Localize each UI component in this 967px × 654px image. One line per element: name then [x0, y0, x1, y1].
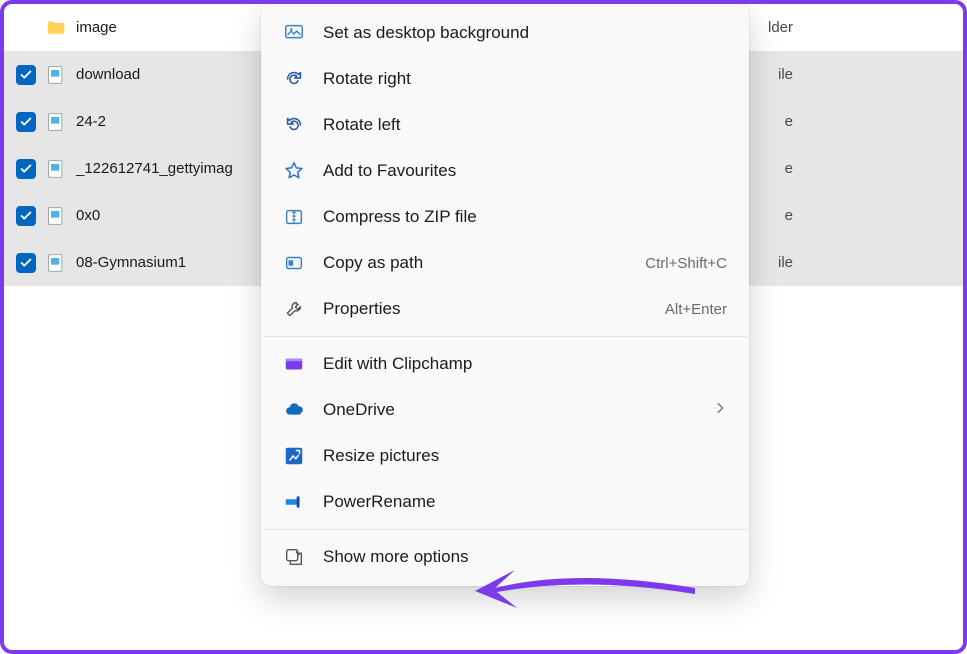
menu-label: PowerRename: [323, 492, 727, 512]
menu-add-favourites[interactable]: Add to Favourites: [261, 148, 749, 194]
more-icon: [283, 546, 305, 568]
menu-separator: [263, 529, 747, 530]
folder-icon: [46, 18, 66, 38]
menu-show-more-options[interactable]: Show more options: [261, 534, 749, 580]
menu-label: Show more options: [323, 547, 727, 567]
menu-label: Edit with Clipchamp: [323, 354, 727, 374]
checkbox-checked[interactable]: [16, 112, 36, 132]
menu-onedrive[interactable]: OneDrive: [261, 387, 749, 433]
menu-label: Properties: [323, 299, 647, 319]
menu-separator: [263, 336, 747, 337]
menu-shortcut: Ctrl+Shift+C: [645, 255, 727, 272]
menu-powerrename[interactable]: PowerRename: [261, 479, 749, 525]
menu-rotate-left[interactable]: Rotate left: [261, 102, 749, 148]
menu-label: Compress to ZIP file: [323, 207, 727, 227]
menu-compress-zip[interactable]: Compress to ZIP file: [261, 194, 749, 240]
menu-edit-clipchamp[interactable]: Edit with Clipchamp: [261, 341, 749, 387]
file-name: _122612741_gettyimag: [76, 160, 246, 177]
menu-label: Add to Favourites: [323, 161, 727, 181]
menu-shortcut: Alt+Enter: [665, 301, 727, 318]
file-type: lder: [768, 19, 793, 36]
checkbox-checked[interactable]: [16, 206, 36, 226]
star-icon: [283, 160, 305, 182]
menu-label: Set as desktop background: [323, 23, 727, 43]
file-type: e: [785, 207, 793, 224]
menu-set-desktop-background[interactable]: Set as desktop background: [261, 10, 749, 56]
checkbox-checked[interactable]: [16, 65, 36, 85]
wrench-icon: [283, 298, 305, 320]
file-name: 0x0: [76, 207, 246, 224]
file-name: image: [76, 19, 246, 36]
file-type: e: [785, 160, 793, 177]
menu-label: Rotate right: [323, 69, 727, 89]
menu-label: Copy as path: [323, 253, 627, 273]
checkbox-empty: [16, 18, 36, 38]
context-menu: Set as desktop background Rotate right R…: [261, 4, 749, 586]
copy-path-icon: [283, 252, 305, 274]
file-name: download: [76, 66, 246, 83]
menu-resize-pictures[interactable]: Resize pictures: [261, 433, 749, 479]
file-type: ile: [778, 66, 793, 83]
image-file-icon: [46, 159, 66, 179]
image-file-icon: [46, 206, 66, 226]
menu-rotate-right[interactable]: Rotate right: [261, 56, 749, 102]
file-type: e: [785, 113, 793, 130]
onedrive-icon: [283, 399, 305, 421]
rotate-left-icon: [283, 114, 305, 136]
zip-icon: [283, 206, 305, 228]
menu-properties[interactable]: Properties Alt+Enter: [261, 286, 749, 332]
rotate-right-icon: [283, 68, 305, 90]
menu-copy-as-path[interactable]: Copy as path Ctrl+Shift+C: [261, 240, 749, 286]
image-file-icon: [46, 112, 66, 132]
resize-icon: [283, 445, 305, 467]
menu-label: Resize pictures: [323, 446, 727, 466]
image-file-icon: [46, 253, 66, 273]
powerrename-icon: [283, 491, 305, 513]
image-file-icon: [46, 65, 66, 85]
checkbox-checked[interactable]: [16, 253, 36, 273]
desktop-bg-icon: [283, 22, 305, 44]
file-name: 08-Gymnasium1: [76, 254, 246, 271]
file-type: ile: [778, 254, 793, 271]
file-name: 24-2: [76, 113, 246, 130]
menu-label: OneDrive: [323, 400, 695, 420]
menu-label: Rotate left: [323, 115, 727, 135]
chevron-right-icon: [713, 400, 727, 420]
checkbox-checked[interactable]: [16, 159, 36, 179]
clipchamp-icon: [283, 353, 305, 375]
